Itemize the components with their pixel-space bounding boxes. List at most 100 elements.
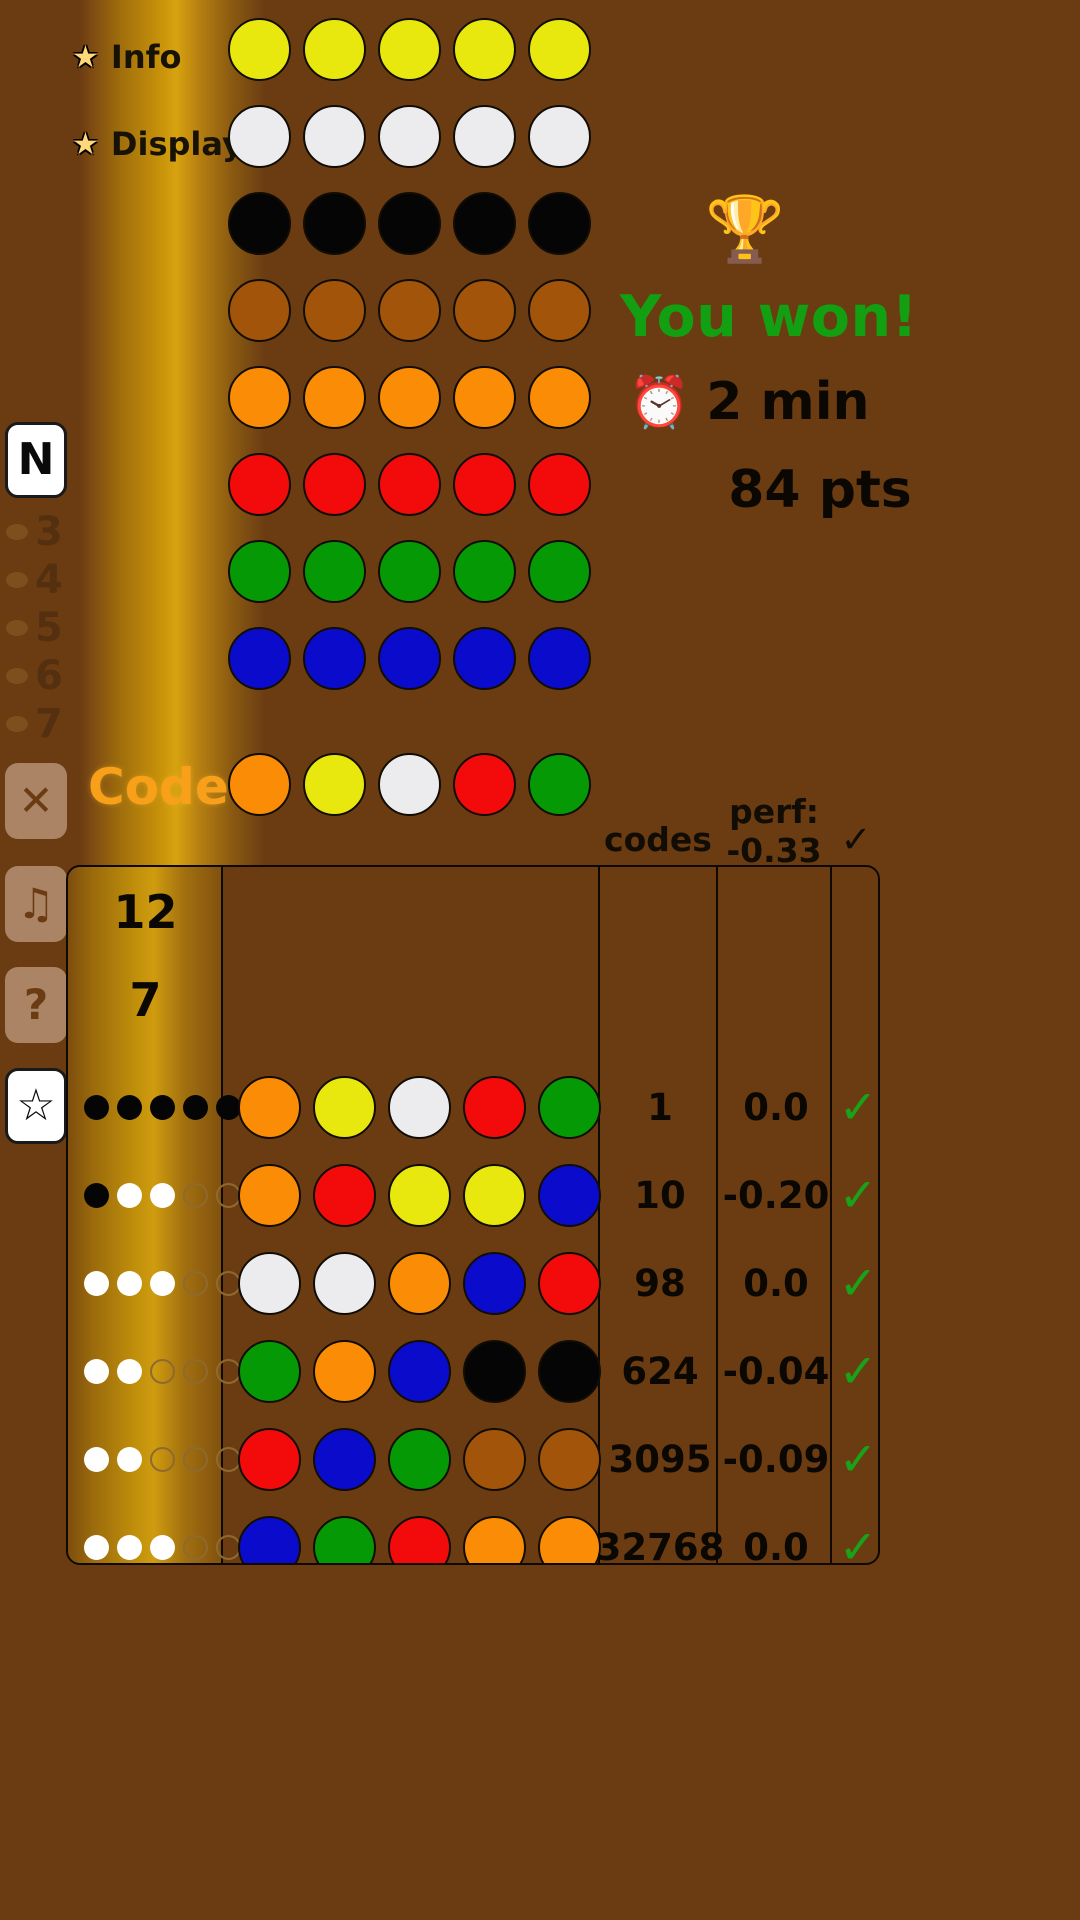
feedback-peg-white [84,1270,109,1296]
guess-peg [538,1251,601,1315]
palette-peg[interactable] [378,192,441,255]
palette-peg[interactable] [303,18,366,81]
palette-peg[interactable] [228,279,291,342]
palette-peg[interactable] [228,192,291,255]
palette-peg[interactable] [453,366,516,429]
feedback-peg-white [150,1534,175,1560]
sidebar-number-6[interactable]: 6 [0,652,80,700]
palette-peg[interactable] [378,366,441,429]
palette-peg[interactable] [528,279,591,342]
guess-peg [238,1163,301,1227]
cell-check-icon: ✓ [838,1080,878,1134]
feedback-pegs [78,1239,241,1327]
cell-codes: 98 [634,1261,686,1305]
bullet-icon [6,524,28,540]
palette-peg[interactable] [378,18,441,81]
guess-peg [463,1075,526,1139]
sidebar-help-button[interactable]: ? [5,967,67,1043]
table-row[interactable]: 32768 0.0 ✓ [68,1503,878,1563]
palette-peg[interactable] [378,453,441,516]
palette-peg[interactable] [528,18,591,81]
palette-peg[interactable] [453,627,516,690]
menu-item-info[interactable]: ★ Info [72,38,182,76]
menu-item-display[interactable]: ★ Display [72,125,243,163]
feedback-peg-white [84,1358,109,1384]
feedback-peg-white [84,1534,109,1560]
palette-peg[interactable] [228,366,291,429]
close-icon: ✕ [18,776,54,825]
sidebar-number-5[interactable]: 5 [0,604,80,652]
cell-check-icon: ✓ [838,1256,878,1310]
table-row[interactable]: 10 -0.20 ✓ [68,1151,878,1239]
cell-check-icon: ✓ [838,1168,878,1222]
palette-peg[interactable] [528,453,591,516]
palette-peg[interactable] [528,627,591,690]
feedback-pegs [78,1151,241,1239]
header-perf: perf: -0.33 [718,792,830,871]
palette-peg[interactable] [303,627,366,690]
cell-perf: 0.0 [743,1085,809,1129]
cell-perf: -0.09 [722,1437,830,1481]
palette-peg[interactable] [228,18,291,81]
code-peg [453,753,516,816]
palette-peg[interactable] [528,366,591,429]
palette-peg[interactable] [303,192,366,255]
sidebar-n-button[interactable]: N [5,422,67,498]
palette-peg[interactable] [303,540,366,603]
palette-peg[interactable] [378,105,441,168]
palette-peg[interactable] [453,105,516,168]
feedback-peg-black [84,1094,109,1120]
palette-peg[interactable] [303,366,366,429]
table-row[interactable]: 624 -0.04 ✓ [68,1327,878,1415]
sidebar-music-button[interactable]: ♫ [5,866,67,942]
feedback-pegs [78,1503,241,1563]
palette-peg[interactable] [303,453,366,516]
palette-row [228,105,591,168]
table-row[interactable]: 3095 -0.09 ✓ [68,1415,878,1503]
sidebar-number-3[interactable]: 3 [0,508,80,556]
palette-peg[interactable] [528,540,591,603]
palette-peg[interactable] [453,540,516,603]
palette-peg[interactable] [228,540,291,603]
sidebar-n-label: N [17,434,55,485]
code-peg [528,753,591,816]
sidebar-number-7[interactable]: 7 [0,700,80,748]
table-row[interactable]: 1 0.0 ✓ [68,1063,878,1151]
palette-peg[interactable] [378,627,441,690]
palette-peg[interactable] [228,105,291,168]
guess-peg [238,1339,301,1403]
sidebar-number-4[interactable]: 4 [0,556,80,604]
sidebar-close-button[interactable]: ✕ [5,763,67,839]
palette-peg[interactable] [453,192,516,255]
cell-codes: 624 [621,1349,699,1393]
feedback-peg-empty [183,1446,208,1472]
palette-peg[interactable] [303,105,366,168]
guess-peg [463,1163,526,1227]
palette-peg[interactable] [378,279,441,342]
palette-peg[interactable] [453,18,516,81]
guess-history-table[interactable]: 12 7 1 0.0 ✓ 10 -0.20 ✓ 98 0.0 ✓ 624 -0.04 ✓ 3095 -0.… [66,865,880,1565]
palette-row [228,192,591,255]
guess-peg [238,1075,301,1139]
palette-peg[interactable] [528,105,591,168]
palette-peg[interactable] [453,453,516,516]
feedback-peg-empty [183,1534,208,1560]
favorite-icon: ☆ [16,1080,56,1131]
palette-peg[interactable] [528,192,591,255]
table-row[interactable]: 98 0.0 ✓ [68,1239,878,1327]
palette-peg[interactable] [378,540,441,603]
feedback-peg-white [150,1270,175,1296]
guess-peg [388,1427,451,1491]
palette-peg[interactable] [453,279,516,342]
palette-row [228,279,591,342]
guess-peg [388,1339,451,1403]
bullet-icon [6,620,28,636]
sidebar-favorite-button[interactable]: ☆ [5,1068,67,1144]
palette-peg[interactable] [228,627,291,690]
guess-peg [313,1163,376,1227]
palette-peg[interactable] [228,453,291,516]
palette-peg[interactable] [303,279,366,342]
header-codes: codes [604,820,712,859]
cell-codes: 10 [634,1173,686,1217]
feedback-peg-white [117,1534,142,1560]
